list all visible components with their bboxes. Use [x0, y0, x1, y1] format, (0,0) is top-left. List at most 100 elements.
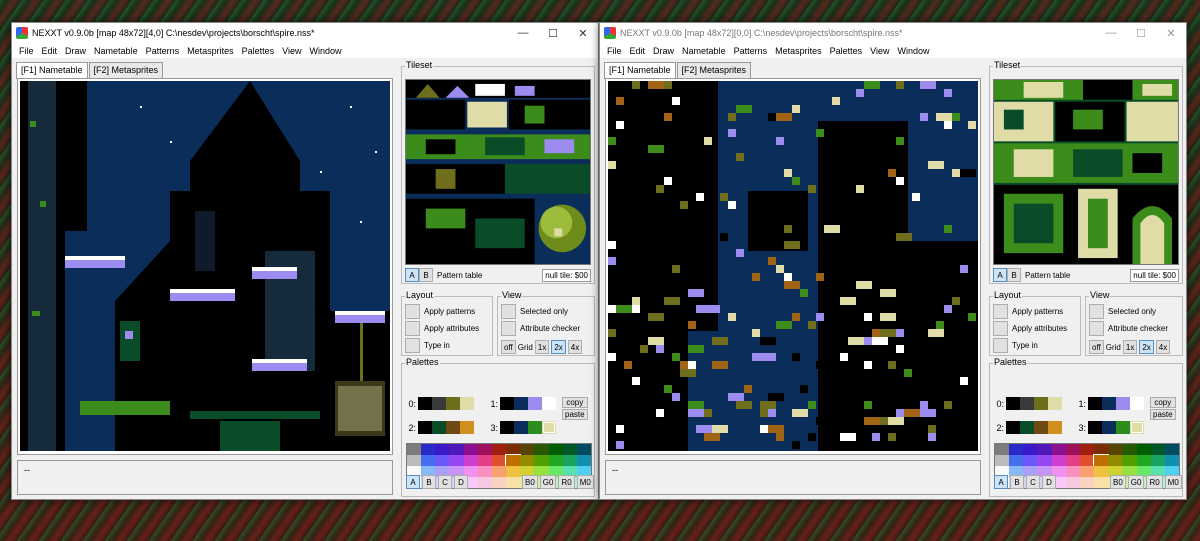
palette-1-swatch[interactable]	[1116, 397, 1130, 410]
copy-button[interactable]: copy	[562, 397, 588, 408]
palette-d-button[interactable]: D	[454, 475, 468, 489]
palette-3-swatch[interactable]	[1102, 421, 1116, 434]
palette-2-swatch[interactable]	[432, 421, 446, 434]
master-palette-cell[interactable]	[534, 444, 549, 455]
palette-2-swatch[interactable]	[418, 421, 432, 434]
master-palette-cell[interactable]	[1079, 444, 1095, 455]
type-in-checkbox[interactable]	[993, 338, 1008, 353]
menu-draw[interactable]: Draw	[649, 46, 678, 56]
palette-3-swatch[interactable]	[1130, 421, 1144, 434]
selected-only-row[interactable]: Selected only	[501, 304, 568, 319]
master-palette-cell[interactable]	[477, 444, 492, 455]
attribute-checker-row[interactable]: Attribute checker	[1089, 321, 1168, 336]
menu-view[interactable]: View	[278, 46, 305, 56]
palette-3-swatch[interactable]	[528, 421, 542, 434]
pattern-a-button[interactable]: A	[993, 268, 1007, 282]
grid-4x-button[interactable]: 4x	[1155, 340, 1171, 354]
master-palette-cell[interactable]	[435, 444, 450, 455]
r0-button[interactable]: R0	[1146, 475, 1163, 489]
selected-only-checkbox[interactable]	[1089, 304, 1104, 319]
master-palette-cell[interactable]	[449, 444, 464, 455]
menu-file[interactable]: File	[15, 46, 38, 56]
palette-1-swatch[interactable]	[514, 397, 528, 410]
master-palette-cell[interactable]	[1065, 455, 1080, 466]
paste-button[interactable]: paste	[562, 409, 588, 420]
menu-palettes[interactable]: Palettes	[238, 46, 279, 56]
menu-patterns[interactable]: Patterns	[730, 46, 772, 56]
menu-patterns[interactable]: Patterns	[142, 46, 184, 56]
selected-only-row[interactable]: Selected only	[1089, 304, 1156, 319]
master-palette-cell[interactable]	[1122, 444, 1137, 455]
menu-view[interactable]: View	[866, 46, 893, 56]
master-palette-cell[interactable]	[1150, 444, 1165, 455]
master-palette-cell[interactable]	[463, 455, 478, 466]
master-palette-cell[interactable]	[995, 444, 1010, 455]
master-palette-cell[interactable]	[1079, 455, 1095, 466]
pattern-b-button[interactable]: B	[419, 268, 433, 282]
master-palette-cell[interactable]	[407, 455, 422, 466]
type-in-row[interactable]: Type in	[993, 338, 1038, 353]
menu-palettes[interactable]: Palettes	[826, 46, 867, 56]
attribute-checker-checkbox[interactable]	[501, 321, 516, 336]
master-palette-cell[interactable]	[421, 455, 436, 466]
master-palette-cell[interactable]	[1023, 455, 1038, 466]
menu-nametable[interactable]: Nametable	[90, 46, 142, 56]
apply-attributes-row[interactable]: Apply attributes	[405, 321, 479, 336]
palette-b-button[interactable]: B	[422, 475, 436, 489]
palette-0-swatch[interactable]	[460, 397, 474, 410]
title-bar[interactable]: NEXXT v0.9.0b [map 48x72][4,0] C:\nesdev…	[12, 23, 598, 43]
palette-a-button[interactable]: A	[994, 475, 1008, 489]
palette-1-swatch[interactable]	[528, 397, 542, 410]
master-palette-cell[interactable]	[1093, 454, 1110, 467]
palette-c-button[interactable]: C	[438, 475, 452, 489]
master-palette-cell[interactable]	[520, 455, 535, 466]
master-palette-cell[interactable]	[1136, 455, 1151, 466]
palette-1-swatch[interactable]	[1130, 397, 1144, 410]
palette-2-swatch[interactable]	[446, 421, 460, 434]
attribute-checker-row[interactable]: Attribute checker	[501, 321, 580, 336]
tab-metasprites[interactable]: [F2] Metasprites	[88, 62, 164, 78]
master-palette-cell[interactable]	[1051, 444, 1066, 455]
master-palette-cell[interactable]	[505, 454, 522, 467]
tab-nametable[interactable]: [F1] Nametable	[16, 62, 88, 79]
menu-edit[interactable]: Edit	[626, 46, 650, 56]
menu-edit[interactable]: Edit	[38, 46, 62, 56]
menu-window[interactable]: Window	[894, 46, 934, 56]
grid-1x-button[interactable]: 1x	[534, 340, 550, 354]
g0-button[interactable]: G0	[1127, 475, 1145, 489]
menu-draw[interactable]: Draw	[61, 46, 90, 56]
close-icon[interactable]: ✕	[1156, 23, 1186, 43]
minimize-icon[interactable]: —	[1096, 23, 1126, 43]
palette-0-swatch[interactable]	[418, 397, 432, 410]
master-palette-cell[interactable]	[995, 455, 1010, 466]
apply-patterns-checkbox[interactable]	[993, 304, 1008, 319]
copy-button[interactable]: copy	[1150, 397, 1176, 408]
g0-button[interactable]: G0	[539, 475, 557, 489]
master-palette-cell[interactable]	[1023, 444, 1038, 455]
menu-window[interactable]: Window	[306, 46, 346, 56]
master-palette-cell[interactable]	[548, 455, 563, 466]
nametable-canvas[interactable]	[608, 81, 978, 451]
null-tile-field[interactable]: null tile: $00	[1130, 268, 1179, 282]
master-palette-cell[interactable]	[1009, 455, 1024, 466]
master-palette-cell[interactable]	[1065, 444, 1080, 455]
master-palette-cell[interactable]	[506, 444, 521, 455]
master-palette-cell[interactable]	[1037, 455, 1052, 466]
m0-button[interactable]: M0	[576, 475, 594, 489]
master-palette-cell[interactable]	[1122, 455, 1137, 466]
master-palette-cell[interactable]	[562, 455, 577, 466]
palette-3-swatch[interactable]	[500, 421, 514, 434]
master-palette-cell[interactable]	[1136, 444, 1151, 455]
palette-2-swatch[interactable]	[1048, 421, 1062, 434]
master-palette-cell[interactable]	[491, 444, 507, 455]
b0-button[interactable]: B0	[522, 475, 538, 489]
grid-4x-button[interactable]: 4x	[567, 340, 583, 354]
grid-off-button[interactable]: off	[1089, 340, 1104, 354]
tab-metasprites[interactable]: [F2] Metasprites	[676, 62, 752, 78]
palette-0-swatch[interactable]	[1034, 397, 1048, 410]
master-palette-cell[interactable]	[477, 455, 492, 466]
master-palette-cell[interactable]	[576, 455, 591, 466]
pattern-a-button[interactable]: A	[405, 268, 419, 282]
tileset-canvas[interactable]	[405, 79, 591, 265]
master-palette-cell[interactable]	[1108, 444, 1123, 455]
